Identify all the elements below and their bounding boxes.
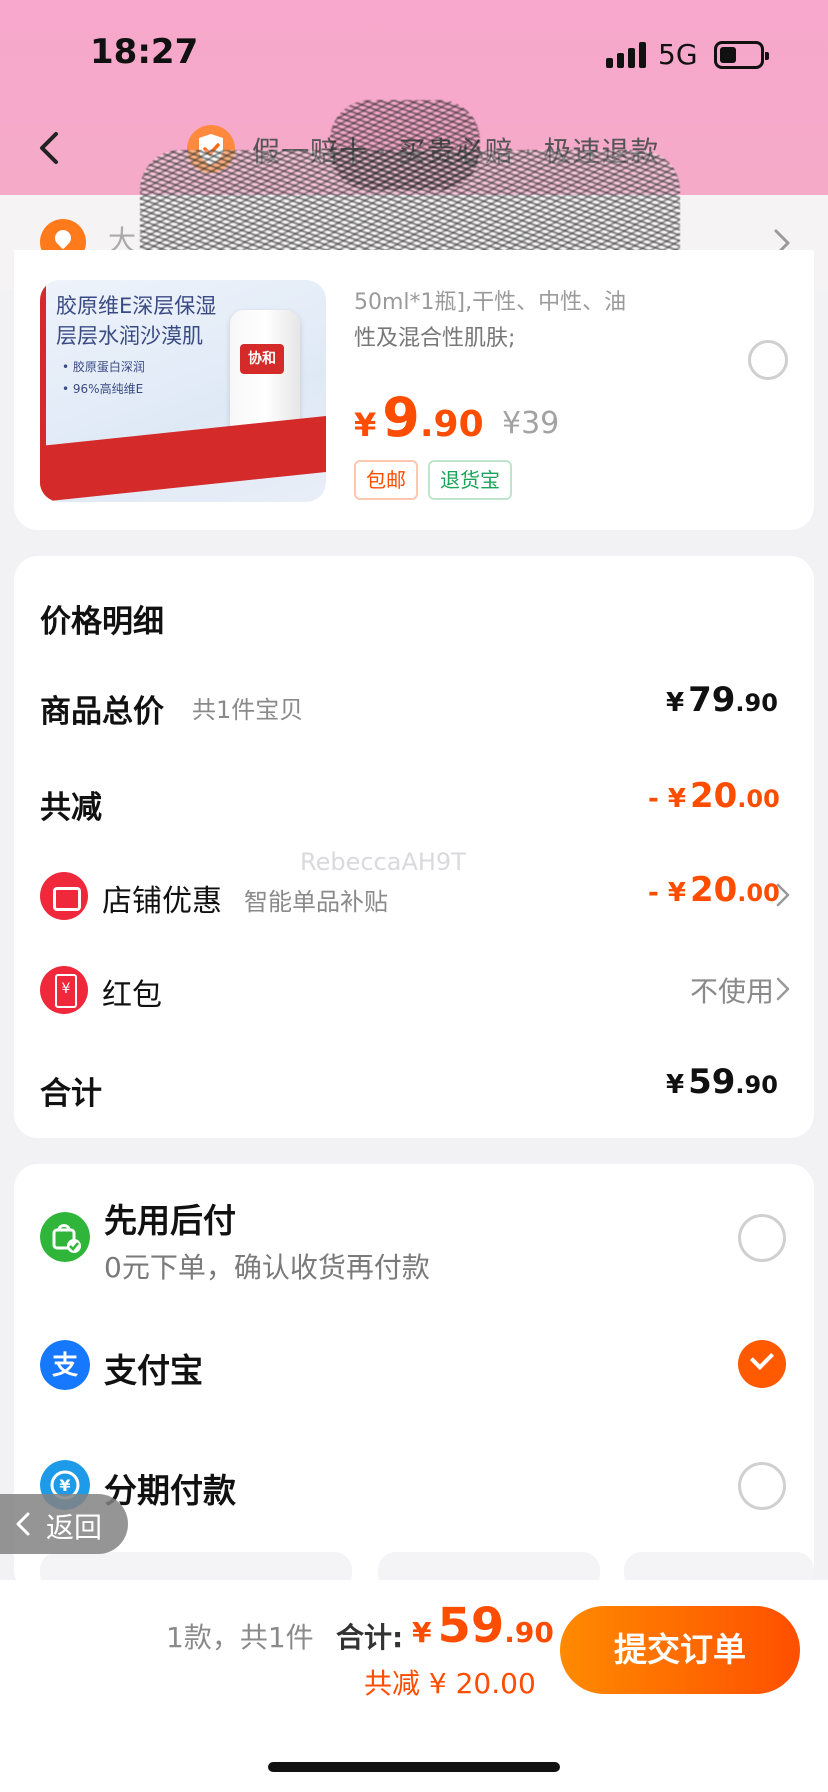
image-bullet: • 胶原蛋白深润 — [62, 360, 145, 374]
pay-later-radio[interactable] — [738, 1214, 786, 1262]
home-indicator — [268, 1762, 560, 1772]
back-arrow-icon[interactable] — [30, 128, 70, 168]
product-image[interactable]: 胶原维E深层保湿 层层水润沙漠肌 • 胶原蛋白深润 • 96%高纯维E 协和 — [40, 280, 326, 502]
subtotal-count: 共1件宝贝 — [192, 696, 304, 724]
shield-check-icon — [187, 125, 235, 173]
discount-label: 共减 — [40, 790, 102, 826]
return-button[interactable]: 返回 — [0, 1494, 128, 1554]
original-price: ¥39 — [502, 406, 560, 441]
alipay-title: 支付宝 — [104, 1351, 203, 1390]
watermark: RebeccaAH9T — [300, 848, 466, 876]
payment-method-card: 先用后付 0元下单，确认收货再付款 支 支付宝 ¥ 分期付款 — [14, 1164, 814, 1594]
shop-promo-sub: 智能单品补贴 — [244, 888, 388, 916]
product-description: 50ml*1瓶],干性、中性、油 — [354, 290, 627, 315]
shop-promo-amount[interactable]: - ¥20.00 — [648, 870, 780, 910]
submit-order-button[interactable]: 提交订单 — [560, 1606, 800, 1694]
price-detail-title: 价格明细 — [40, 604, 164, 640]
shop-icon — [40, 872, 88, 920]
battery-icon — [714, 41, 769, 69]
subtotal-amount: ¥79.90 — [666, 680, 778, 720]
subtotal-label: 商品总价 — [40, 694, 164, 730]
return-insurance-tag: 退货宝 — [428, 460, 512, 500]
nav-bar: 假一赔十 · 买贵必赔 · 极速退款 — [0, 110, 828, 190]
signal-icon — [606, 42, 646, 68]
product-description: 性及混合性肌肤; — [354, 326, 516, 351]
product-card: 胶原维E深层保湿 层层水润沙漠肌 • 胶原蛋白深润 • 96%高纯维E 协和 5… — [14, 250, 814, 530]
svg-text:支: 支 — [52, 1351, 78, 1381]
alipay-radio-checked[interactable] — [738, 1340, 786, 1388]
total-label: 合计 — [40, 1076, 102, 1112]
network-type: 5G — [658, 38, 698, 71]
checkout-saved: 共减 ¥ 20.00 — [364, 1667, 536, 1700]
shop-promo-label: 店铺优惠 — [102, 884, 222, 919]
checkout-total-amount: ¥59.90 — [412, 1598, 554, 1654]
price-detail-card: 价格明细 商品总价 共1件宝贝 ¥79.90 共减 - ¥20.00 店铺优惠 … — [14, 556, 814, 1138]
image-bullet: • 96%高纯维E — [62, 382, 144, 396]
alipay-icon: 支 — [40, 1340, 90, 1390]
pay-later-icon — [40, 1212, 90, 1262]
chevron-right-icon[interactable] — [774, 974, 792, 1004]
image-headline: 层层水润沙漠肌 — [56, 324, 203, 348]
red-packet-icon — [40, 966, 88, 1014]
checkout-bar: 1款，共1件 合计: ¥59.90 共减 ¥ 20.00 提交订单 — [0, 1580, 828, 1792]
return-label: 返回 — [46, 1511, 103, 1544]
red-packet-label: 红包 — [102, 978, 162, 1013]
guarantee-banner-text: 假一赔十 · 买贵必赔 · 极速退款 — [252, 135, 660, 168]
status-bar: 18:27 5G — [0, 0, 828, 110]
product-price: ¥ 9 .90 — [354, 386, 484, 449]
product-select-radio[interactable] — [748, 340, 788, 380]
chevron-left-icon — [16, 1512, 30, 1536]
red-packet-value[interactable]: 不使用 — [690, 970, 774, 1010]
discount-amount: - ¥20.00 — [648, 776, 780, 816]
total-amount: ¥59.90 — [666, 1062, 778, 1102]
item-count: 1款，共1件 — [166, 1621, 314, 1654]
chevron-right-icon[interactable] — [774, 880, 792, 910]
image-headline: 胶原维E深层保湿 — [56, 294, 217, 318]
pay-later-subtitle: 0元下单，确认收货再付款 — [104, 1251, 430, 1284]
installment-title: 分期付款 — [104, 1471, 236, 1510]
installment-radio[interactable] — [738, 1462, 786, 1510]
svg-text:¥: ¥ — [59, 1476, 70, 1495]
free-shipping-tag: 包邮 — [354, 460, 418, 500]
status-time: 18:27 — [90, 32, 199, 72]
pay-later-title: 先用后付 — [104, 1201, 236, 1240]
bottle-brand: 协和 — [240, 344, 284, 374]
checkout-total-label: 合计: — [336, 1621, 404, 1654]
